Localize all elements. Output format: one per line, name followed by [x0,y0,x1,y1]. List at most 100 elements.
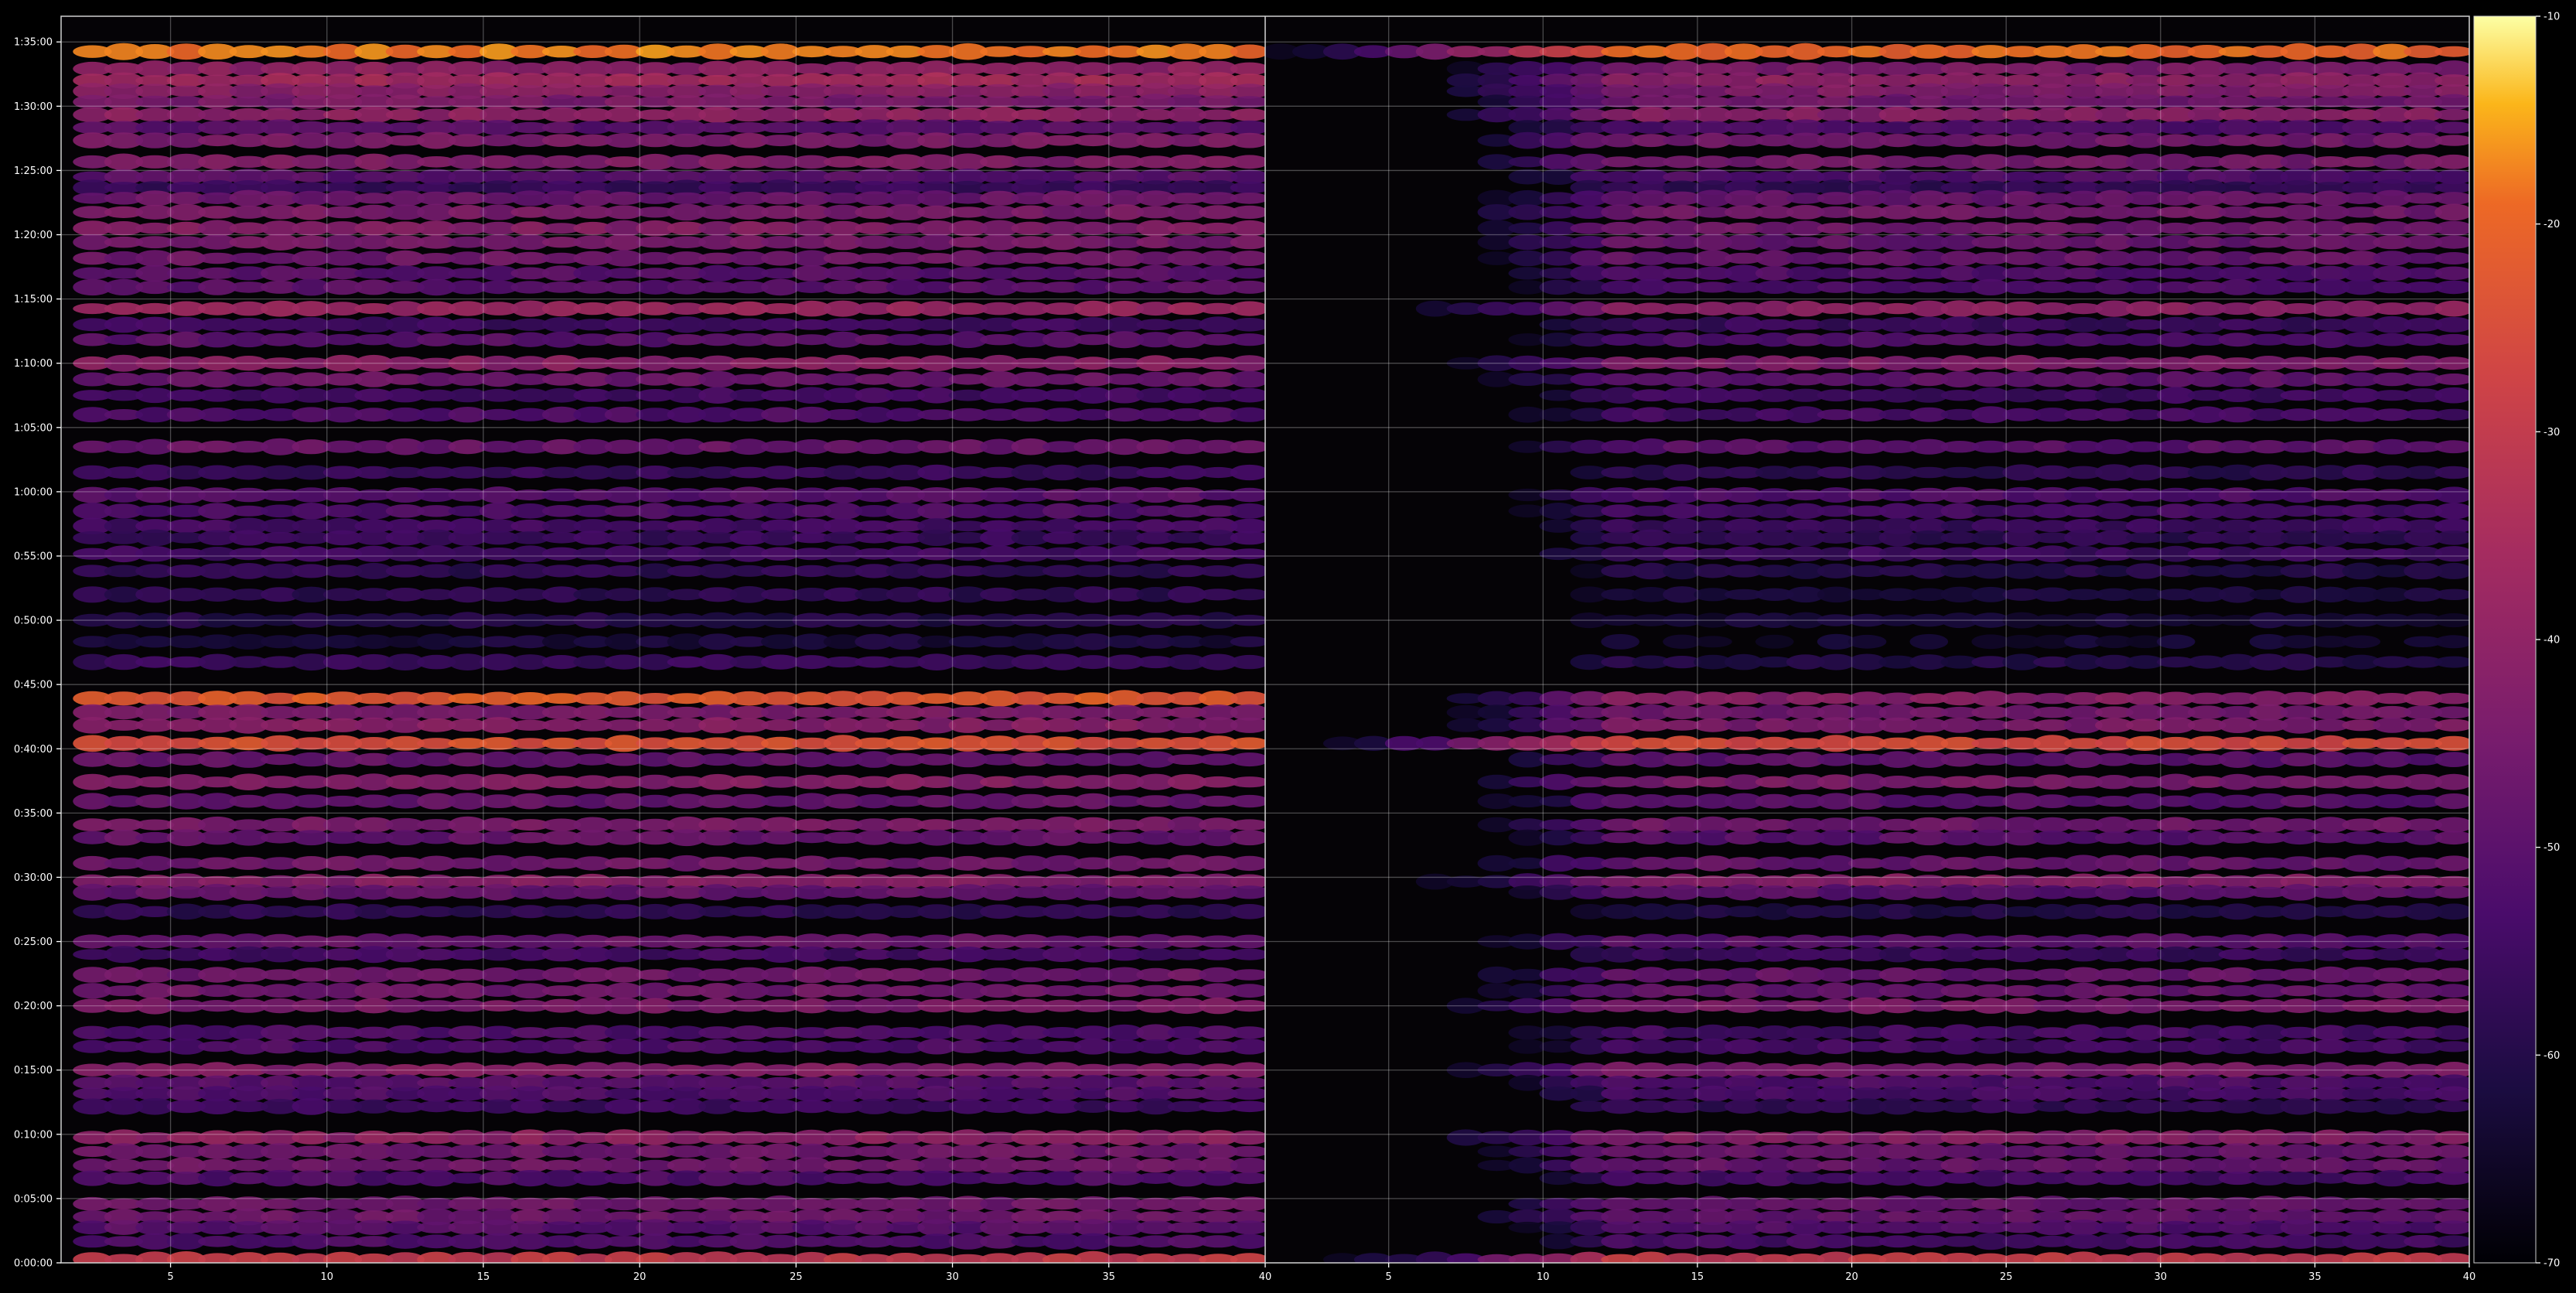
spectrogram-cell [1230,717,1265,733]
spectrogram-cell [2434,135,2469,146]
spectrogram-cell [2434,562,2469,579]
spectrogram-cell [2434,1041,2469,1052]
spectrogram-cell [1694,636,1732,648]
y-tick-label: 0:35:00 [14,808,53,820]
colorbar-tick-label: -10 [2544,12,2560,23]
spectrogram-cell [1230,830,1265,846]
spectrogram-cell [1230,737,1265,750]
spectrogram-cell [1230,370,1265,388]
spectrogram-cell [2434,154,2469,169]
spectrogram-cell [2434,46,2469,57]
spectrogram-cell [1230,62,1265,76]
spectrogram-cell [1230,636,1265,647]
spectrogram-cell [1230,318,1265,332]
spectrogram-cell [1230,268,1265,279]
x-tick-label: 40 [1259,1271,1272,1283]
spectrogram-cell [2434,266,2469,281]
y-tick-label: 0:20:00 [14,1001,53,1012]
spectrogram-cell [1230,251,1265,266]
y-tick-label: 1:05:00 [14,422,53,434]
x-tick-label: 40 [2463,1271,2476,1283]
spectrogram-cell [1230,193,1265,204]
y-tick-label: 1:10:00 [14,358,53,370]
y-tick-label: 0:25:00 [14,936,53,948]
spectrogram-cell [1230,1100,1265,1113]
spectrogram-cell [1848,634,1887,649]
spectrogram-cell [2434,903,2469,920]
spectrogram-cell [2434,203,2469,221]
y-tick-label: 0:00:00 [14,1258,53,1270]
spectrogram-cell [1230,1039,1265,1055]
spectrogram-cell [2434,589,2469,600]
x-tick-label: 30 [2154,1271,2167,1283]
spectrogram-cell [2434,440,2469,454]
spectrogram-cell [2156,634,2196,650]
spectrogram-cell [1230,181,1265,194]
y-tick-label: 0:30:00 [14,872,53,884]
spectrogram-cell [1230,752,1265,767]
spectrogram-cell [1230,589,1265,601]
spectrogram-cell [1230,776,1265,788]
x-tick-label: 15 [477,1271,490,1283]
x-tick-label: 15 [1691,1271,1704,1283]
spectrogram-cell [1230,487,1265,503]
spectrogram-cell [2434,235,2469,249]
spectrogram-cell [2434,374,2469,385]
spectrogram-cell [1230,654,1265,670]
spectrogram-cell [1230,464,1265,481]
spectrogram-cell [1230,531,1265,545]
spectrogram-cell [2434,1131,2469,1145]
spectrogram-cell [1230,44,1265,59]
spectrogram-cell [2434,1220,2469,1235]
spectrogram-cell [2434,1198,2469,1210]
spectrogram-cell [2434,94,2469,110]
spectrogram-cell [2434,706,2469,719]
spectrogram-cell [2434,1145,2469,1158]
y-tick-label: 1:35:00 [14,37,53,49]
spectrogram-cell [1230,819,1265,831]
spectrogram-cell [2434,635,2469,649]
y-tick-label: 0:50:00 [14,616,53,627]
spectrogram-cell [2434,333,2469,346]
y-tick-label: 1:00:00 [14,486,53,498]
colorbar-tick-label: -20 [2544,219,2560,230]
x-tick-label: 30 [946,1271,959,1283]
spectrogram-cell [2434,752,2469,767]
y-tick-label: 1:25:00 [14,165,53,177]
colorbar-tick-label: -60 [2544,1050,2560,1062]
spectrogram-cell [1230,885,1265,899]
x-tick-label: 10 [320,1271,333,1283]
colorbar [2474,16,2536,1263]
spectrogram-cell [2434,1025,2469,1040]
spectrogram-cell [1230,132,1265,148]
spectrogram-cell [1230,563,1265,578]
colorbar-tick-label: -40 [2544,635,2560,646]
y-tick-label: 0:10:00 [14,1129,53,1141]
spectrogram-cell [2434,192,2469,205]
x-tick-label: 5 [1386,1271,1392,1283]
spectrogram-cell [1230,984,1265,998]
spectrogram-cell [1230,108,1265,121]
colorbar-tick-label: -70 [2544,1258,2560,1270]
spectrogram-cell [1230,440,1265,454]
spectrogram-cell [2434,773,2469,790]
spectrogram-cell [2434,793,2469,810]
spectrogram-cell [1230,220,1265,237]
spectrogram-cell [2434,280,2469,295]
colorbar-tick-label: -50 [2544,842,2560,854]
spectrogram-cell [2434,692,2469,704]
spectrogram-cell [2434,252,2469,264]
spectrogram-cell [1230,1130,1265,1145]
x-tick-label: 35 [2308,1271,2322,1283]
spectrogram-cell [1230,691,1265,706]
spectrogram-cell [1230,333,1265,346]
y-tick-label: 0:55:00 [14,551,53,562]
spectrogram-cell [1230,1172,1265,1185]
x-tick-label: 25 [2000,1271,2013,1283]
spectrogram-cell [1230,1157,1265,1174]
x-tick-label: 25 [790,1271,803,1283]
spectrogram-cell [2342,635,2381,649]
y-tick-label: 1:15:00 [14,294,53,305]
colorbar-tick-label: -30 [2544,427,2560,438]
spectrogram-cell [1230,407,1265,422]
